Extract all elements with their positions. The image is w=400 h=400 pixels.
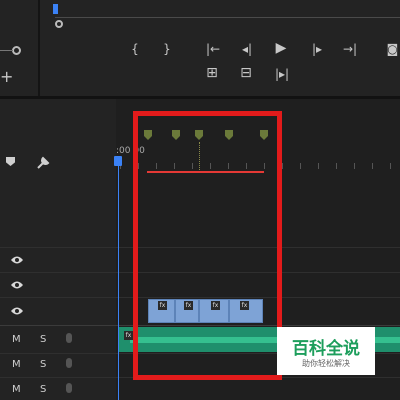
microphone-icon[interactable]	[66, 333, 72, 343]
mark-out-button[interactable]: }	[160, 42, 174, 56]
mute-button[interactable]: M	[12, 359, 21, 370]
panel-divider	[38, 0, 40, 98]
zoom-slider-handle[interactable]	[55, 20, 63, 28]
go-to-out-button[interactable]: →|	[340, 42, 360, 56]
eye-icon[interactable]	[10, 254, 24, 268]
playhead-handle[interactable]	[114, 156, 122, 166]
export-frame-button[interactable]: ◙	[385, 42, 400, 56]
track-headers	[0, 99, 116, 400]
extract-button[interactable]: ⊟	[236, 66, 256, 80]
trim-button[interactable]: |▸|	[270, 67, 294, 81]
fx-badge: fx	[124, 331, 133, 340]
wrench-icon[interactable]	[36, 155, 50, 169]
add-button[interactable]: +	[0, 69, 13, 85]
step-forward-button[interactable]: |▸	[308, 42, 326, 56]
left-slider-track	[0, 50, 13, 51]
monitor-playhead-marker[interactable]	[53, 4, 58, 14]
watermark-subtitle: 助你轻松解决	[302, 359, 350, 368]
mute-button[interactable]: M	[12, 384, 21, 395]
solo-button[interactable]: S	[40, 384, 46, 395]
watermark: 百科全说 助你轻松解决	[277, 327, 375, 375]
monitor-scrub-bar[interactable]	[55, 17, 400, 18]
microphone-icon[interactable]	[66, 383, 72, 393]
solo-button[interactable]: S	[40, 359, 46, 370]
play-button[interactable]: ▶	[273, 41, 289, 55]
step-back-button[interactable]: ◂|	[238, 42, 256, 56]
timeline-playhead[interactable]	[118, 158, 119, 400]
left-slider-handle[interactable]	[12, 46, 21, 55]
solo-button[interactable]: S	[40, 334, 46, 345]
eye-icon[interactable]	[10, 305, 24, 319]
mute-button[interactable]: M	[12, 334, 21, 345]
go-to-in-button[interactable]: |←	[203, 42, 223, 56]
eye-icon[interactable]	[10, 279, 24, 293]
mark-in-button[interactable]: {	[128, 42, 142, 56]
watermark-title: 百科全说	[292, 339, 360, 359]
microphone-icon[interactable]	[66, 358, 72, 368]
lift-button[interactable]: ⊞	[202, 66, 222, 80]
highlight-annotation-box	[133, 111, 282, 380]
